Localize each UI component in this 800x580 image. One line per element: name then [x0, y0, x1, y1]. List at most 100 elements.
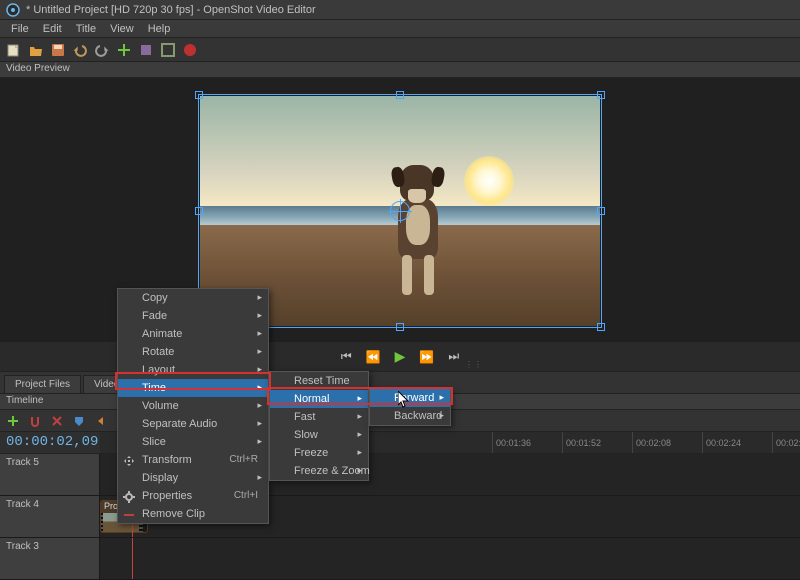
add-track-icon[interactable]	[6, 414, 20, 428]
save-project-icon[interactable]	[50, 42, 66, 58]
menu-item-label: Fade	[142, 310, 167, 322]
track-label[interactable]: Track 5	[0, 454, 100, 495]
time-item-normal[interactable]: Normal ▸	[270, 390, 368, 408]
ctx-item-transform[interactable]: TransformCtrl+R	[118, 451, 268, 469]
submenu-arrow-icon: ▸	[257, 472, 262, 483]
app-logo-icon	[6, 3, 20, 17]
menu-edit[interactable]: Edit	[36, 23, 69, 35]
ruler-tick: 00:02:08	[632, 432, 671, 453]
submenu-arrow-icon: ▸	[257, 418, 262, 429]
main-toolbar	[0, 38, 800, 62]
menu-item-label: Remove Clip	[142, 508, 205, 520]
menu-item-label: Backward	[394, 410, 442, 422]
splitter-grip-icon[interactable]: ⋮⋮	[465, 360, 483, 369]
ruler-tick: 00:02:24	[702, 432, 741, 453]
clip-context-menu: Copy▸Fade▸Animate▸Rotate▸Layout▸Time▸Vol…	[117, 288, 269, 524]
menu-item-label: Separate Audio	[142, 418, 217, 430]
submenu-arrow-icon: ▸	[257, 346, 262, 357]
ctx-item-properties[interactable]: Properties Ctrl+I	[118, 487, 268, 505]
new-project-icon[interactable]	[6, 42, 22, 58]
track-body[interactable]	[100, 538, 800, 579]
ctx-item-slice[interactable]: Slice▸	[118, 433, 268, 451]
menu-item-label: Normal	[294, 393, 329, 405]
move-icon	[122, 454, 136, 468]
minus-icon	[122, 508, 136, 522]
prev-marker-icon[interactable]	[94, 414, 108, 428]
time-item-freeze[interactable]: Freeze▸	[270, 444, 368, 462]
submenu-arrow-icon: ▸	[357, 447, 362, 458]
dir-item-forward[interactable]: Forward▸	[370, 389, 450, 407]
menu-item-label: Time	[142, 382, 166, 394]
menu-item-label: Properties	[142, 490, 192, 502]
open-project-icon[interactable]	[28, 42, 44, 58]
ctx-item-remove-clip[interactable]: Remove Clip	[118, 505, 268, 523]
menu-title[interactable]: Title	[69, 23, 103, 35]
menu-item-label: Fast	[294, 411, 315, 423]
playhead[interactable]	[132, 538, 133, 579]
rewind-button[interactable]: ⏪	[366, 350, 381, 364]
ctx-item-fade[interactable]: Fade ▸	[118, 307, 268, 325]
menu-item-label: Volume	[142, 400, 179, 412]
submenu-arrow-icon: ▸	[357, 393, 362, 404]
ctx-item-rotate[interactable]: Rotate ▸	[118, 343, 268, 361]
ctx-item-separate-audio[interactable]: Separate Audio ▸	[118, 415, 268, 433]
time-item-slow[interactable]: Slow▸	[270, 426, 368, 444]
menubar: File Edit Title View Help	[0, 20, 800, 38]
menu-view[interactable]: View	[103, 23, 141, 35]
play-button[interactable]: ▶	[395, 348, 406, 365]
time-item-fast[interactable]: Fast▸	[270, 408, 368, 426]
timecode-display: 00:00:02,09	[0, 432, 100, 452]
submenu-arrow-icon: ▸	[357, 465, 362, 476]
track-row: Track 3	[0, 538, 800, 580]
preview-panel-title: Video Preview	[6, 63, 70, 74]
titlebar: * Untitled Project [HD 720p 30 fps] - Op…	[0, 0, 800, 20]
jump-end-button[interactable]: ⏭	[448, 349, 459, 364]
normal-direction-submenu: Forward▸Backward▸	[369, 388, 451, 426]
ruler-tick: 00:01:36	[492, 432, 531, 453]
submenu-arrow-icon: ▸	[257, 382, 262, 393]
ctx-item-time[interactable]: Time ▸	[118, 379, 268, 397]
submenu-arrow-icon: ▸	[257, 310, 262, 321]
import-files-icon[interactable]	[116, 42, 132, 58]
timeline-panel-title: Timeline	[6, 395, 43, 406]
ctx-item-volume[interactable]: Volume ▸	[118, 397, 268, 415]
jump-start-button[interactable]: ⏮	[341, 349, 352, 364]
submenu-arrow-icon: ▸	[257, 436, 262, 447]
undo-icon[interactable]	[72, 42, 88, 58]
menu-shortcut: Ctrl+I	[234, 490, 258, 501]
menu-file[interactable]: File	[4, 23, 36, 35]
menu-help[interactable]: Help	[141, 23, 178, 35]
track-label[interactable]: Track 3	[0, 538, 100, 579]
razor-icon[interactable]	[50, 414, 64, 428]
fast-forward-button[interactable]: ⏩	[419, 350, 434, 364]
menu-item-label: Slow	[294, 429, 318, 441]
menu-item-label: Reset Time	[294, 375, 350, 387]
dog-in-frame	[388, 165, 448, 295]
export-icon[interactable]	[182, 42, 198, 58]
preview-panel-header: Video Preview	[0, 62, 800, 78]
time-item-reset-time[interactable]: Reset Time	[270, 372, 368, 390]
submenu-arrow-icon: ▸	[439, 392, 444, 403]
dir-item-backward[interactable]: Backward▸	[370, 407, 450, 425]
menu-item-label: Copy	[142, 292, 168, 304]
tab-project-files[interactable]: Project Files	[4, 375, 81, 393]
ctx-item-display[interactable]: Display ▸	[118, 469, 268, 487]
profiles-icon[interactable]	[138, 42, 154, 58]
redo-icon[interactable]	[94, 42, 110, 58]
menu-item-label: Animate	[142, 328, 182, 340]
submenu-arrow-icon: ▸	[257, 400, 262, 411]
ruler-tick: 00:02:40	[772, 432, 800, 453]
menu-item-label: Rotate	[142, 346, 174, 358]
menu-item-label: Display	[142, 472, 178, 484]
window-title: * Untitled Project [HD 720p 30 fps] - Op…	[26, 4, 316, 16]
submenu-arrow-icon: ▸	[439, 410, 444, 421]
snapping-icon[interactable]	[28, 414, 42, 428]
ctx-item-layout[interactable]: Layout▸	[118, 361, 268, 379]
add-marker-icon[interactable]	[72, 414, 86, 428]
time-item-freeze-zoom[interactable]: Freeze & Zoom▸	[270, 462, 368, 480]
ctx-item-animate[interactable]: Animate▸	[118, 325, 268, 343]
ctx-item-copy[interactable]: Copy▸	[118, 289, 268, 307]
fullscreen-icon[interactable]	[160, 42, 176, 58]
track-label[interactable]: Track 4	[0, 496, 100, 537]
menu-item-label: Layout	[142, 364, 175, 376]
